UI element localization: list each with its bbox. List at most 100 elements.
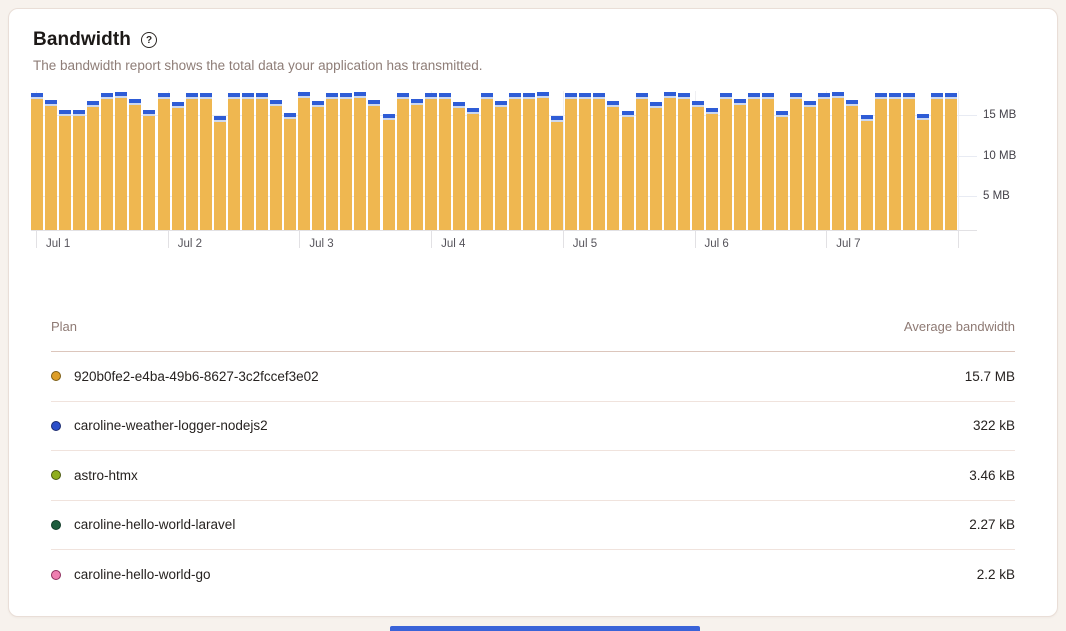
- chart-bar[interactable]: [298, 92, 310, 230]
- chart-bar[interactable]: [579, 93, 591, 230]
- plan-color-dot: [51, 570, 61, 580]
- chart-bar[interactable]: [129, 99, 141, 230]
- bar-segment-orange: [284, 119, 296, 230]
- chart-bar[interactable]: [551, 116, 563, 230]
- bar-segment-orange: [664, 98, 676, 230]
- chart-bar[interactable]: [467, 108, 479, 230]
- x-axis-tick: [431, 230, 432, 248]
- chart-bar[interactable]: [340, 93, 352, 230]
- table-row[interactable]: caroline-hello-world-laravel2.27 kB: [51, 501, 1015, 551]
- chart-bar[interactable]: [706, 108, 718, 230]
- chart-bar[interactable]: [565, 93, 577, 230]
- chart-bar[interactable]: [861, 115, 873, 230]
- chart-bar[interactable]: [453, 102, 465, 230]
- chart-bar[interactable]: [945, 93, 957, 230]
- chart-bar[interactable]: [917, 114, 929, 230]
- chart-bar[interactable]: [45, 100, 57, 230]
- bar-segment-orange: [776, 117, 788, 230]
- chart-bar[interactable]: [256, 93, 268, 230]
- bar-segment-orange: [945, 99, 957, 230]
- chart-bar[interactable]: [397, 93, 409, 230]
- bar-segment-orange: [368, 106, 380, 230]
- chart-bar[interactable]: [664, 92, 676, 230]
- chart-bar[interactable]: [425, 93, 437, 230]
- chart-bar[interactable]: [214, 116, 226, 230]
- chart-bar[interactable]: [31, 93, 43, 230]
- chart-bar[interactable]: [186, 93, 198, 230]
- bar-segment-orange: [397, 99, 409, 230]
- bar-segment-orange: [678, 99, 690, 230]
- chart-bar[interactable]: [411, 99, 423, 230]
- average-bandwidth-value: 3.46 kB: [969, 468, 1015, 483]
- bar-segment-orange: [425, 99, 437, 230]
- chart-bar[interactable]: [242, 93, 254, 230]
- chart-bar[interactable]: [383, 114, 395, 230]
- chart-bar[interactable]: [73, 110, 85, 230]
- chart-bar[interactable]: [776, 111, 788, 230]
- table-row[interactable]: 920b0fe2-e4ba-49b6-8627-3c2fccef3e0215.7…: [51, 352, 1015, 402]
- chart-bar[interactable]: [143, 110, 155, 230]
- chart-bar[interactable]: [523, 93, 535, 230]
- chart-bar[interactable]: [607, 101, 619, 230]
- bar-segment-orange: [200, 99, 212, 230]
- chart-bar[interactable]: [439, 93, 451, 230]
- table-row[interactable]: astro-htmx3.46 kB: [51, 451, 1015, 501]
- chart-bar[interactable]: [495, 101, 507, 230]
- chart-bar[interactable]: [368, 100, 380, 230]
- chart-bar[interactable]: [846, 100, 858, 230]
- bar-segment-orange: [748, 99, 760, 230]
- chart-bar[interactable]: [650, 102, 662, 230]
- chart-bar[interactable]: [87, 101, 99, 230]
- chart-bar[interactable]: [172, 102, 184, 230]
- bar-segment-orange: [143, 116, 155, 230]
- chart-bar[interactable]: [158, 93, 170, 230]
- chart-bar[interactable]: [200, 93, 212, 230]
- x-axis-label: Jul 1: [46, 238, 70, 250]
- chart-bar[interactable]: [622, 111, 634, 230]
- bar-segment-orange: [846, 106, 858, 230]
- chart-bar[interactable]: [101, 93, 113, 230]
- chart-bar[interactable]: [903, 93, 915, 230]
- bar-segment-orange: [607, 107, 619, 230]
- chart-bar[interactable]: [931, 93, 943, 230]
- table-header-row: Plan Average bandwidth: [51, 319, 1015, 352]
- chart-bar[interactable]: [636, 93, 648, 230]
- bar-segment-orange: [326, 99, 338, 230]
- table-row[interactable]: caroline-weather-logger-nodejs2322 kB: [51, 402, 1015, 452]
- chart-bar[interactable]: [762, 93, 774, 230]
- chart-bar[interactable]: [875, 93, 887, 230]
- chart-bar[interactable]: [889, 93, 901, 230]
- help-icon[interactable]: ?: [141, 32, 157, 48]
- chart-bar[interactable]: [832, 92, 844, 230]
- chart-bar[interactable]: [720, 93, 732, 230]
- page-subtitle: The bandwidth report shows the total dat…: [33, 58, 1033, 73]
- bar-segment-orange: [129, 105, 141, 230]
- chart-bar[interactable]: [790, 93, 802, 230]
- chart-bar[interactable]: [284, 113, 296, 230]
- chart-bar[interactable]: [270, 100, 282, 230]
- chart-bar[interactable]: [748, 93, 760, 230]
- chart-bar[interactable]: [678, 93, 690, 230]
- average-bandwidth-value: 322 kB: [973, 418, 1015, 433]
- table-row[interactable]: caroline-hello-world-go2.2 kB: [51, 550, 1015, 600]
- chart-bar[interactable]: [734, 99, 746, 230]
- chart-bar[interactable]: [818, 93, 830, 230]
- bar-segment-orange: [734, 105, 746, 230]
- chart-bar[interactable]: [593, 93, 605, 230]
- chart-bar[interactable]: [804, 101, 816, 230]
- chart-bar[interactable]: [115, 92, 127, 230]
- chart-bar[interactable]: [509, 93, 521, 230]
- chart-bar[interactable]: [354, 92, 366, 230]
- chart-bar[interactable]: [692, 101, 704, 230]
- chart-bar[interactable]: [481, 93, 493, 230]
- x-axis-label: Jul 2: [178, 238, 202, 250]
- chart-bar[interactable]: [326, 93, 338, 230]
- plan-name: caroline-hello-world-go: [74, 567, 211, 582]
- chart-bar[interactable]: [537, 92, 549, 230]
- chart-bar[interactable]: [312, 101, 324, 230]
- bar-segment-orange: [45, 106, 57, 230]
- chart-bar[interactable]: [228, 93, 240, 230]
- chart-bar[interactable]: [59, 110, 71, 230]
- plan-color-dot: [51, 421, 61, 431]
- bar-segment-orange: [101, 99, 113, 230]
